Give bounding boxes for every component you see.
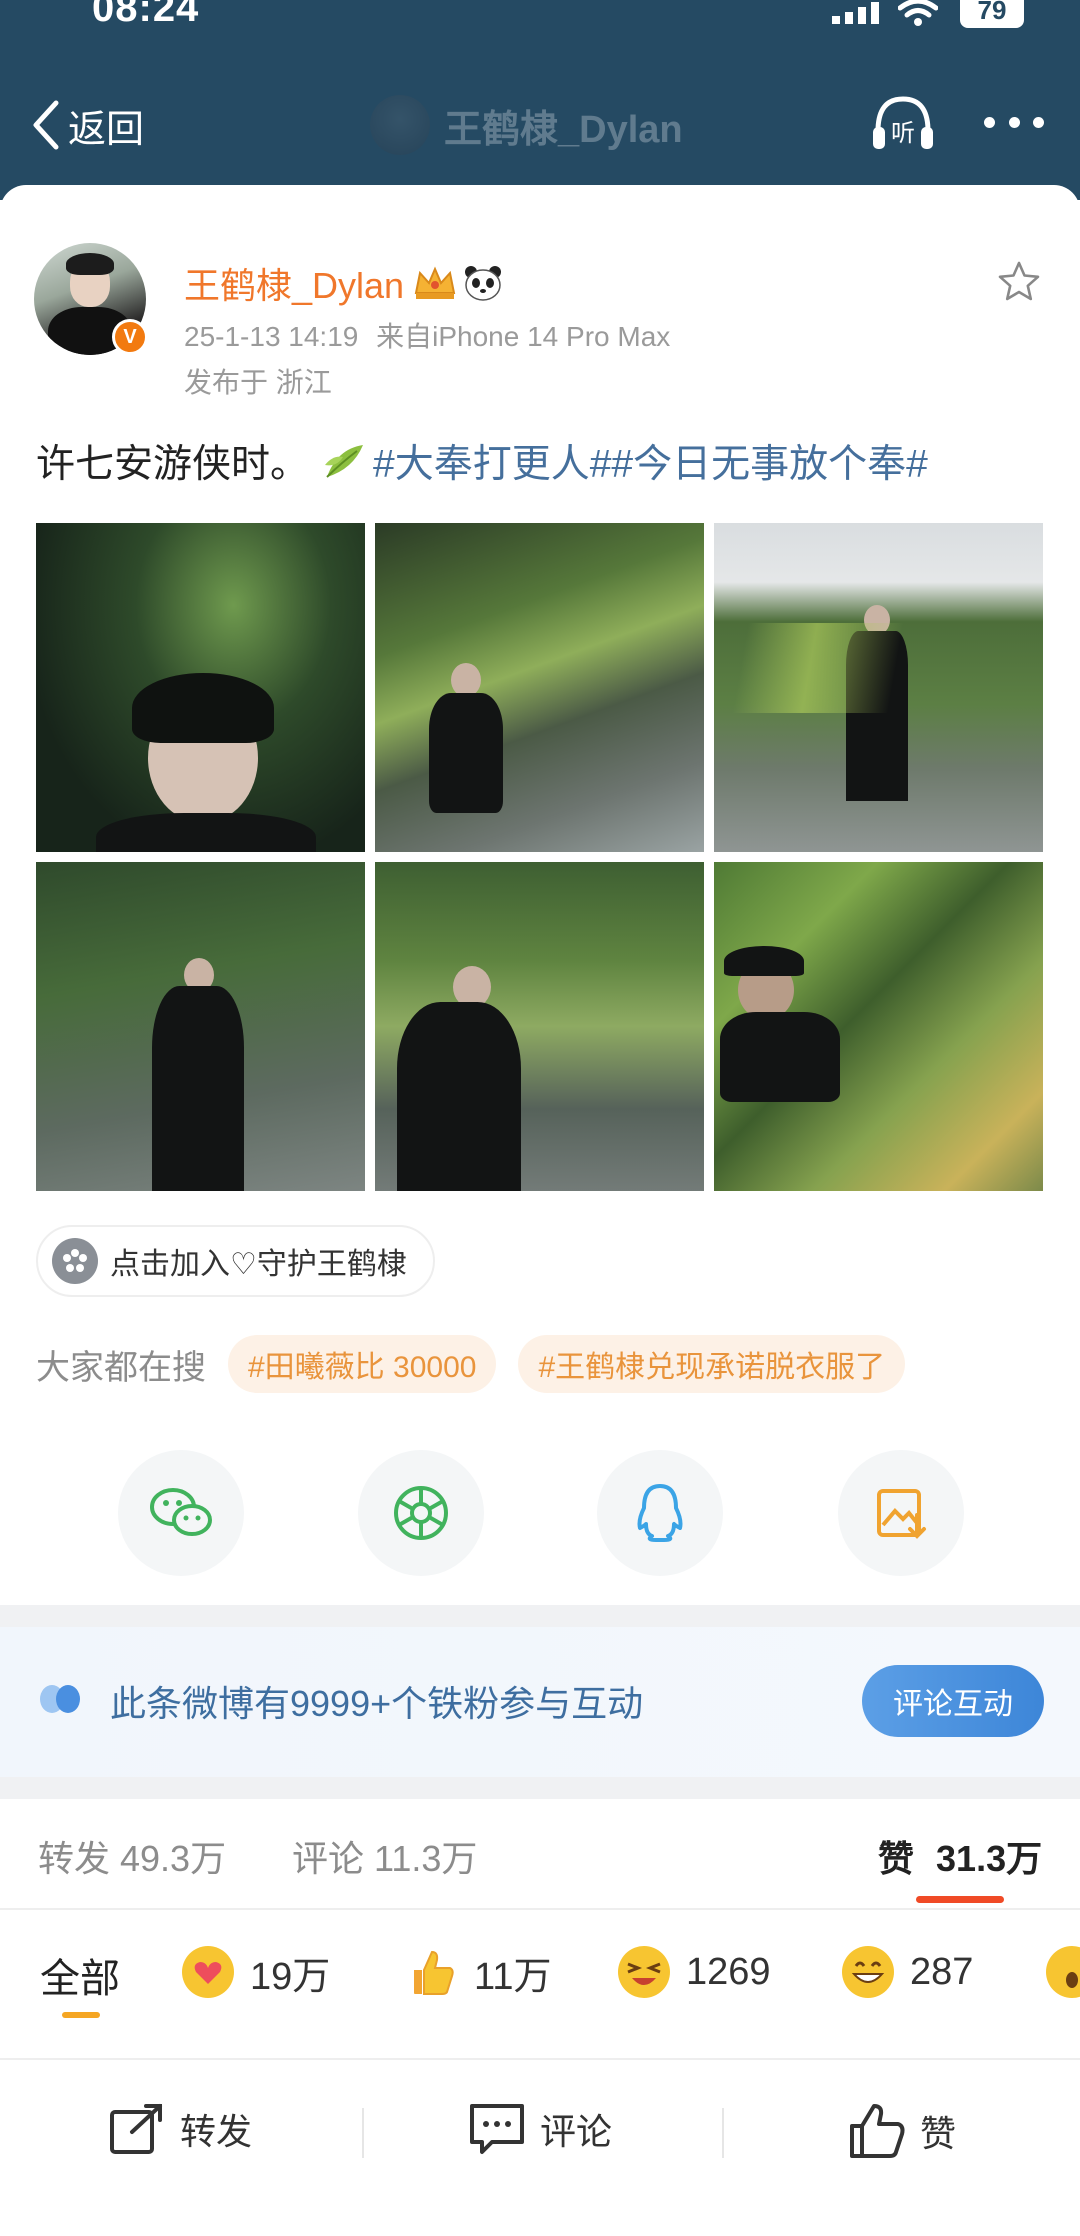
qq-icon — [637, 1484, 683, 1542]
comment-icon — [470, 2104, 524, 2154]
nav-title-group: 王鹤棣_Dylan — [370, 95, 683, 155]
photo-1[interactable] — [36, 523, 365, 852]
join-guardian-button[interactable]: 点击加入♡守护王鹤棣 — [36, 1225, 435, 1297]
tab-repost-count[interactable]: 转发 49.3万 — [38, 1830, 226, 1882]
repost-button[interactable]: 转发 — [108, 2102, 252, 2156]
stats-tabs: 转发 49.3万 评论 11.3万 赞 31.3万 — [0, 1800, 1080, 1910]
like-label: 赞 — [920, 2113, 957, 2154]
comment-button[interactable]: 评论 — [468, 2102, 612, 2156]
bamboo-leaf-icon — [325, 445, 364, 478]
moments-icon — [394, 1486, 448, 1540]
post-body: 许七安游侠时。 — [36, 443, 310, 486]
reaction-filter-item[interactable]: 11万 — [404, 1944, 551, 2000]
reaction-filter-item[interactable]: 19万 — [180, 1944, 330, 2000]
comment-label: 评论 — [540, 2111, 613, 2152]
wechat-icon — [150, 1488, 212, 1536]
post-source: 来自iPhone 14 Pro Max — [376, 321, 671, 352]
active-tab-indicator — [916, 1896, 1004, 1903]
star-icon[interactable] — [996, 259, 1042, 305]
post-timestamp: 25-1-13 14:19 — [184, 321, 359, 352]
back-button[interactable]: 返回 — [28, 95, 144, 155]
join-guardian-label: 点击加入♡守护王鹤棣 — [110, 1248, 407, 1281]
username-row: 王鹤棣_Dylan — [184, 257, 504, 309]
share-row — [0, 1450, 1080, 1580]
navigation-bar: 返回 王鹤棣_Dylan 听 — [0, 85, 1080, 165]
post-card: V 王鹤棣_Dylan 25-1-13 14:19 来自iPhone 14 Pr… — [0, 185, 1080, 1605]
squint-laugh-icon — [618, 1946, 670, 1998]
repost-label: 转发 — [180, 2111, 253, 2152]
post-location: 发布于 浙江 — [184, 367, 332, 398]
iron-fan-text: 此条微博有9999+个铁粉参与互动 — [110, 1683, 644, 1724]
reaction-filter-row: 全部 19万 11万 1269 287 — [0, 1912, 1080, 2060]
post-meta: 25-1-13 14:19 来自iPhone 14 Pro Max — [184, 315, 670, 355]
iron-fan-banner: 此条微博有9999+个铁粉参与互动 评论互动 — [0, 1627, 1080, 1777]
trending-search-chip[interactable]: #田曦薇比 30000 — [228, 1335, 497, 1393]
post-text: 许七安游侠时。 #大奉打更人##今日无事放个奉# — [36, 433, 928, 489]
photo-6[interactable] — [714, 862, 1043, 1191]
listen-icon[interactable]: 听 — [870, 93, 936, 153]
status-bar: 08:24 79 — [0, 0, 1080, 50]
photo-3[interactable] — [714, 523, 1043, 852]
crown-badge-icon — [414, 266, 456, 299]
reaction-filter-indicator — [62, 2012, 100, 2018]
panda-badge-icon — [465, 266, 502, 301]
grin-icon — [842, 1946, 894, 1998]
section-divider — [0, 1777, 1080, 1799]
nav-avatar — [370, 95, 430, 155]
flower-icon — [52, 1238, 98, 1284]
reaction-count: 287 — [910, 1950, 974, 1993]
tab-like-count[interactable]: 赞 31.3万 — [878, 1830, 1042, 1882]
back-label: 返回 — [68, 108, 145, 151]
share-qq-button[interactable] — [597, 1450, 723, 1576]
reaction-filter-item[interactable]: 287 — [840, 1944, 973, 2000]
reaction-filter-item[interactable]: 1269 — [616, 1944, 771, 2000]
trending-search-chip[interactable]: #王鹤棣兑现承诺脱衣服了 — [518, 1335, 906, 1393]
status-time: 08:24 — [92, 0, 200, 30]
like-button[interactable]: 赞 — [848, 2102, 956, 2160]
chevron-left-icon — [33, 100, 59, 150]
comment-interact-button[interactable]: 评论互动 — [862, 1665, 1044, 1737]
save-image-icon — [877, 1489, 926, 1539]
thumbs-up-icon — [414, 1950, 454, 1995]
post-hashtags[interactable]: #大奉打更人##今日无事放个奉# — [373, 433, 928, 489]
reaction-count: 19万 — [250, 1955, 331, 1998]
username[interactable]: 王鹤棣_Dylan — [184, 257, 404, 309]
wifi-icon — [898, 0, 938, 26]
like-tab-label: 赞 — [878, 1838, 915, 1879]
section-divider — [0, 1605, 1080, 1627]
reaction-count: 1269 — [686, 1950, 771, 1993]
photo-5[interactable] — [375, 862, 704, 1191]
more-options-icon[interactable] — [984, 107, 1044, 137]
battery-icon: 79 — [960, 0, 1024, 28]
action-divider — [362, 2108, 364, 2158]
reaction-count: 11万 — [474, 1955, 552, 1998]
iron-fan-icon — [40, 1685, 80, 1713]
save-image-button[interactable] — [838, 1450, 964, 1576]
heart-face-icon — [182, 1946, 234, 1998]
listen-label: 听 — [891, 119, 915, 147]
surprised-face-icon — [1046, 1946, 1080, 1998]
header: 08:24 79 返回 王鹤棣_Dylan 听 — [0, 0, 1080, 200]
battery-level: 79 — [977, 0, 1007, 25]
photo-4[interactable] — [36, 862, 365, 1191]
like-tab-count: 31.3万 — [936, 1838, 1043, 1879]
share-moments-button[interactable] — [358, 1450, 484, 1576]
repost-icon — [110, 2104, 162, 2154]
tab-comment-count[interactable]: 评论 11.3万 — [292, 1830, 477, 1882]
trending-search-row: 大家都在搜 #田曦薇比 30000 #王鹤棣兑现承诺脱衣服了 — [36, 1335, 927, 1393]
reaction-filter-item[interactable] — [1044, 1944, 1080, 2000]
signal-icon — [832, 2, 879, 24]
thumbs-up-outline-icon — [850, 2104, 905, 2158]
action-divider — [722, 2108, 724, 2158]
verified-badge-icon: V — [112, 319, 148, 355]
reaction-filter-all[interactable]: 全部 — [40, 1946, 120, 2004]
trending-search-label: 大家都在搜 — [36, 1348, 206, 1387]
nav-title: 王鹤棣_Dylan — [444, 108, 683, 151]
share-wechat-button[interactable] — [118, 1450, 244, 1576]
photo-2[interactable] — [375, 523, 704, 852]
bottom-action-bar: 转发 评论 赞 — [0, 2062, 1080, 2202]
